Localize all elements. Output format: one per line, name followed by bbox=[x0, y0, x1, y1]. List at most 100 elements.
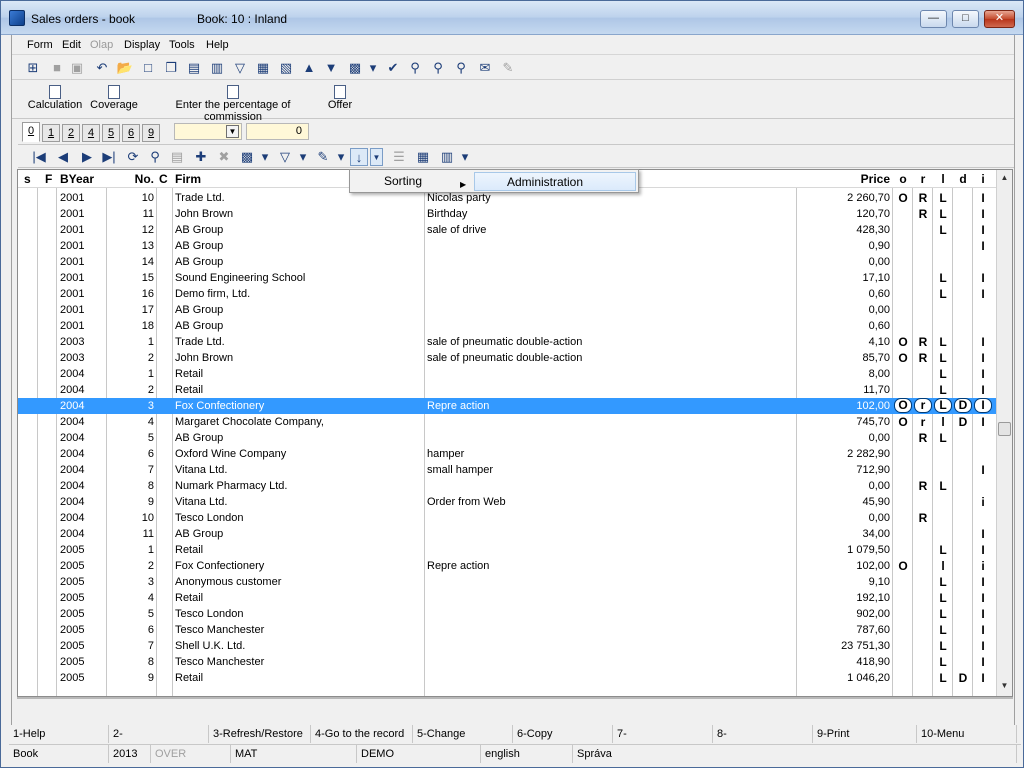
sort-icon[interactable]: ↓ bbox=[350, 148, 368, 166]
binoculars-prev-icon[interactable]: ⚲ bbox=[452, 59, 470, 77]
open-folder-icon[interactable]: 📂 bbox=[116, 59, 134, 77]
next-record-icon[interactable]: ▶ bbox=[78, 148, 96, 166]
table-row[interactable]: 2005 8 Tesco Manchester 418,90 L I bbox=[18, 654, 998, 670]
fkey-9[interactable]: 9-Print bbox=[813, 725, 917, 743]
table-row[interactable]: 2003 1 Trade Ltd. sale of pneumatic double-… bbox=[18, 334, 998, 350]
menu-help[interactable]: Help bbox=[206, 39, 229, 51]
mail-icon[interactable]: ✉ bbox=[476, 59, 494, 77]
table-row[interactable]: 2004 4 Margaret Chocolate Company, 745,70 Or… bbox=[18, 414, 998, 430]
close-button[interactable]: ✕ bbox=[984, 10, 1015, 28]
col-byear[interactable]: BYear bbox=[60, 170, 106, 188]
columns-icon[interactable]: ▥ bbox=[438, 148, 456, 166]
tab-1[interactable]: 1 bbox=[42, 124, 60, 142]
chevron-down-icon[interactable]: ▾ bbox=[456, 148, 474, 166]
menu-display[interactable]: Display bbox=[124, 39, 160, 51]
undo-icon[interactable]: ↶ bbox=[93, 59, 111, 77]
chevron-down-icon[interactable]: ▼ bbox=[226, 125, 239, 138]
table-row[interactable]: 2001 16 Demo firm, Ltd. 0,60 L I bbox=[18, 286, 998, 302]
funnel-icon[interactable]: ▽ bbox=[276, 148, 294, 166]
col-l[interactable]: l bbox=[934, 170, 952, 188]
last-record-icon[interactable]: ▶| bbox=[100, 148, 118, 166]
col-s[interactable]: s bbox=[24, 170, 36, 188]
binoculars-next-icon[interactable]: ⚲ bbox=[429, 59, 447, 77]
fkey-8[interactable]: 8- bbox=[713, 725, 813, 743]
tab-6[interactable]: 6 bbox=[122, 124, 140, 142]
sort-dropdown-icon[interactable]: ▼ bbox=[370, 148, 383, 166]
table-row[interactable]: 2004 8 Numark Pharmacy Ltd. 0,00 R L bbox=[18, 478, 998, 494]
edit-icon[interactable]: ✎ bbox=[314, 148, 332, 166]
table-row[interactable]: 2004 7 Vitana Ltd. small hamper 712,90 I bbox=[18, 462, 998, 478]
orders-grid[interactable]: s F BYear No. C Firm Price o r l d i 200… bbox=[17, 169, 1013, 697]
col-no[interactable]: No. bbox=[108, 170, 154, 188]
tab-4[interactable]: 4 bbox=[82, 124, 100, 142]
table-row[interactable]: 2001 12 AB Group sale of drive 428,30 L I bbox=[18, 222, 998, 238]
menu-edit[interactable]: Edit bbox=[62, 39, 81, 51]
selector-combo[interactable]: ▼ bbox=[174, 123, 242, 140]
binoculars-icon[interactable]: ⚲ bbox=[406, 59, 424, 77]
table-row[interactable]: 2004 6 Oxford Wine Company hamper 2 282,90 bbox=[18, 446, 998, 462]
table-row[interactable]: 2003 2 John Brown sale of pneumatic double-… bbox=[18, 350, 998, 366]
scroll-down-icon[interactable]: ▼ bbox=[997, 678, 1012, 694]
fkey-10[interactable]: 10-Menu bbox=[917, 725, 1017, 743]
chevron-down-icon[interactable]: ▾ bbox=[294, 148, 312, 166]
table-row[interactable]: 2004 5 AB Group 0,00 R L bbox=[18, 430, 998, 446]
maximize-button[interactable]: □ bbox=[952, 10, 979, 28]
table-row[interactable]: 2005 6 Tesco Manchester 787,60 L I bbox=[18, 622, 998, 638]
col-i[interactable]: i bbox=[974, 170, 992, 188]
camera-icon[interactable]: ▩ bbox=[346, 59, 364, 77]
commission-button[interactable]: Enter the percentage of commission bbox=[146, 85, 320, 123]
table-row[interactable]: 2005 4 Retail 192,10 L I bbox=[18, 590, 998, 606]
fkey-4[interactable]: 4-Go to the record bbox=[311, 725, 413, 743]
add-record-icon[interactable]: ✚ bbox=[192, 148, 210, 166]
table-row[interactable]: 2005 1 Retail 1 079,50 L I bbox=[18, 542, 998, 558]
document-icon[interactable]: ▦ bbox=[254, 59, 272, 77]
scroll-up-icon[interactable]: ▲ bbox=[997, 170, 1012, 186]
table-row[interactable]: 2004 10 Tesco London 0,00 R bbox=[18, 510, 998, 526]
table-row[interactable]: 2001 11 John Brown Birthday 120,70 R L I bbox=[18, 206, 998, 222]
menu-item-sorting[interactable]: Sorting ▶ bbox=[352, 172, 470, 191]
fkey-3[interactable]: 3-Refresh/Restore bbox=[209, 725, 311, 743]
menu-item-administration[interactable]: Administration bbox=[474, 172, 636, 191]
filter-icon[interactable]: ▽ bbox=[231, 59, 249, 77]
fkey-6[interactable]: 6-Copy bbox=[513, 725, 613, 743]
chevron-down-icon[interactable]: ▾ bbox=[256, 148, 274, 166]
move-down-icon[interactable]: ▼ bbox=[322, 59, 340, 77]
fkey-5[interactable]: 5-Change bbox=[413, 725, 513, 743]
table-row[interactable]: 2004 11 AB Group 34,00 I bbox=[18, 526, 998, 542]
table-row[interactable]: 2004 9 Vitana Ltd. Order from Web 45,90 i bbox=[18, 494, 998, 510]
tab-9[interactable]: 9 bbox=[142, 124, 160, 142]
fkey-7[interactable]: 7- bbox=[613, 725, 713, 743]
fkey-1[interactable]: 1-Help bbox=[9, 725, 109, 743]
menu-tools[interactable]: Tools bbox=[169, 39, 195, 51]
coverage-button[interactable]: Coverage bbox=[89, 85, 139, 111]
table-row[interactable]: 2005 2 Fox Confectionery Repre action 102,00… bbox=[18, 558, 998, 574]
tab-2[interactable]: 2 bbox=[62, 124, 80, 142]
camera-icon[interactable]: ▩ bbox=[238, 148, 256, 166]
table-row[interactable]: 2005 9 Retail 1 046,20 L D I bbox=[18, 670, 998, 686]
find-icon[interactable]: ⚲ bbox=[146, 148, 164, 166]
col-price[interactable]: Price bbox=[798, 170, 890, 188]
offer-button[interactable]: Offer bbox=[326, 85, 354, 111]
table-row[interactable]: 2004 1 Retail 8,00 L I bbox=[18, 366, 998, 382]
col-firm[interactable]: Firm bbox=[175, 170, 375, 188]
excel-icon[interactable]: ▦ bbox=[414, 148, 432, 166]
table-row[interactable]: 2005 5 Tesco London 902,00 L I bbox=[18, 606, 998, 622]
chevron-down-icon[interactable]: ▾ bbox=[332, 148, 350, 166]
tab-5[interactable]: 5 bbox=[102, 124, 120, 142]
col-c[interactable]: C bbox=[159, 170, 171, 188]
first-record-icon[interactable]: |◀ bbox=[30, 148, 48, 166]
new-record-icon[interactable]: □ bbox=[139, 59, 157, 77]
minimize-button[interactable]: — bbox=[920, 10, 947, 28]
calculation-button[interactable]: Calculation bbox=[27, 85, 83, 111]
table-row[interactable]: 2001 17 AB Group 0,00 bbox=[18, 302, 998, 318]
record-counter[interactable]: 0 bbox=[246, 123, 309, 140]
previous-record-icon[interactable]: ◀ bbox=[54, 148, 72, 166]
table-row[interactable]: 2001 13 AB Group 0,90 I bbox=[18, 238, 998, 254]
scroll-thumb[interactable] bbox=[998, 422, 1011, 436]
table-row[interactable]: 2001 15 Sound Engineering School 17,10 L I bbox=[18, 270, 998, 286]
col-r[interactable]: r bbox=[914, 170, 932, 188]
stack-icon[interactable]: ▧ bbox=[277, 59, 295, 77]
vertical-scrollbar[interactable]: ▲ ▼ bbox=[996, 170, 1012, 696]
table-row-selected[interactable]: 2004 3 Fox Confectionery Repre action 102,00… bbox=[18, 398, 998, 414]
col-o[interactable]: o bbox=[894, 170, 912, 188]
